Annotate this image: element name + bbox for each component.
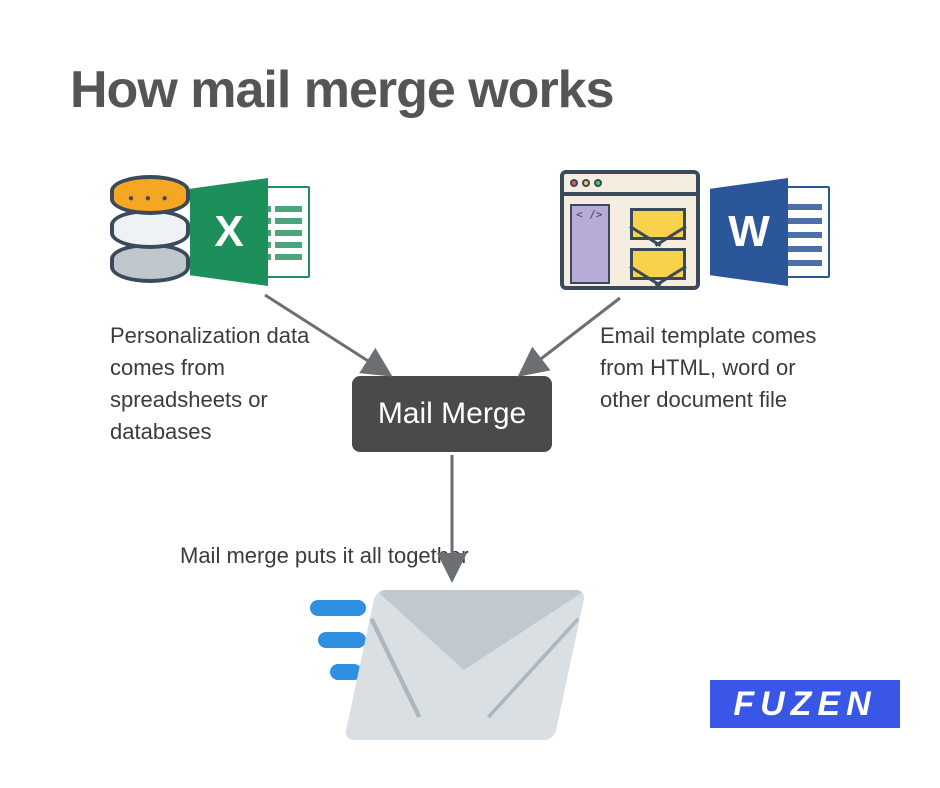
excel-letter: X [214, 207, 243, 257]
html-code-snippet: < /> [576, 208, 603, 221]
window-dot-green-icon [594, 179, 602, 187]
word-icon: W [710, 178, 830, 286]
mini-envelope-icon [630, 208, 686, 240]
database-icon: ● ● ● [110, 175, 190, 285]
fuzen-logo: FUZEN [710, 680, 900, 728]
window-dot-red-icon [570, 179, 578, 187]
sent-envelope-icon [310, 570, 570, 750]
mini-envelope-icon [630, 248, 686, 280]
brand-name: FUZEN [733, 685, 876, 724]
window-dot-yellow-icon [582, 179, 590, 187]
left-source-caption: Personalization data comes from spreadsh… [110, 320, 330, 448]
word-letter: W [728, 207, 770, 257]
page-title: How mail merge works [70, 60, 614, 120]
mail-merge-label: Mail Merge [378, 397, 526, 431]
right-source-caption: Email template comes from HTML, word or … [600, 320, 850, 416]
mail-merge-box: Mail Merge [352, 376, 552, 452]
output-caption: Mail merge puts it all together [180, 540, 530, 572]
excel-icon: X [190, 178, 310, 286]
html-template-icon: < /> [560, 170, 700, 290]
